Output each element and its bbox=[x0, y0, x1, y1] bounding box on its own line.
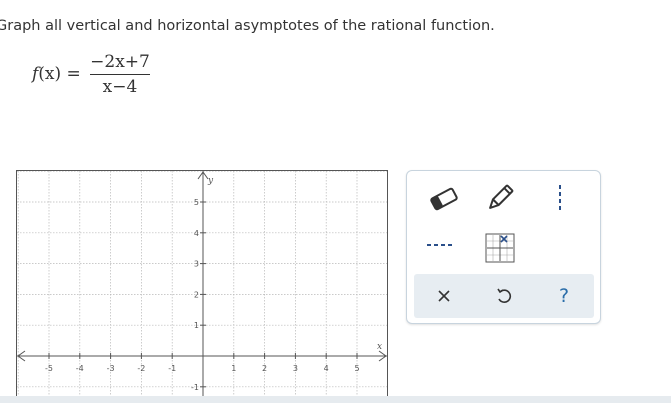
graph-svg[interactable]: x y -5 -4 -3 -2 -1 1 2 3 4 5 5 4 3 2 1 -1 bbox=[17, 171, 387, 397]
x-tick-label: -2 bbox=[137, 364, 145, 373]
graph-toolbox: ? bbox=[406, 170, 601, 324]
action-bar: ? bbox=[414, 274, 594, 318]
undo-icon bbox=[497, 288, 512, 303]
numerator: −2x+7 bbox=[90, 52, 150, 72]
x-axis-label: x bbox=[377, 342, 382, 352]
y-tick-label: -1 bbox=[191, 383, 199, 392]
y-axis-label: y bbox=[207, 176, 214, 186]
x-tick-label: -5 bbox=[45, 364, 53, 373]
x-tick-label: -1 bbox=[168, 364, 176, 373]
x-tick-label: 4 bbox=[324, 364, 329, 373]
y-tick-label: 1 bbox=[194, 321, 199, 330]
vertical-asymptote-tool[interactable] bbox=[545, 181, 575, 215]
question-prompt: Graph all vertical and horizontal asympt… bbox=[0, 18, 495, 34]
pencil-tool[interactable] bbox=[481, 181, 519, 215]
x-tick-label: 5 bbox=[354, 364, 359, 373]
horizontal-dashed-line-icon bbox=[427, 244, 455, 246]
function-variable: (x) = bbox=[38, 64, 81, 84]
bottom-scrollbar bbox=[0, 396, 671, 403]
eraser-tool[interactable] bbox=[425, 183, 463, 215]
function-lhs: f(x) = bbox=[32, 64, 81, 84]
help-button[interactable]: ? bbox=[534, 274, 594, 318]
vertical-dashed-line-icon bbox=[559, 185, 561, 211]
y-tick-label: 5 bbox=[194, 198, 199, 207]
x-tick-label: 3 bbox=[293, 364, 298, 373]
fraction-bar bbox=[90, 74, 150, 75]
denominator: x−4 bbox=[102, 77, 138, 97]
fraction: −2x+7 x−4 bbox=[90, 52, 150, 97]
axes: x y bbox=[17, 171, 387, 397]
grid-lines bbox=[17, 171, 387, 397]
x-tick-label: 2 bbox=[262, 364, 267, 373]
y-tick-label: 2 bbox=[194, 290, 199, 299]
horizontal-asymptote-tool[interactable] bbox=[423, 231, 459, 259]
y-tick-label: 3 bbox=[194, 260, 199, 269]
x-tick-label: 1 bbox=[231, 364, 236, 373]
tick-labels: -5 -4 -3 -2 -1 1 2 3 4 5 5 4 3 2 1 -1 bbox=[45, 198, 360, 392]
point-tool[interactable] bbox=[483, 231, 517, 265]
y-tick-label: 4 bbox=[194, 229, 199, 238]
close-icon bbox=[438, 290, 450, 302]
help-icon: ? bbox=[558, 285, 570, 307]
x-tick-label: -4 bbox=[76, 364, 84, 373]
graph-canvas[interactable]: x y -5 -4 -3 -2 -1 1 2 3 4 5 5 4 3 2 1 -1 bbox=[16, 170, 388, 397]
pencil-icon bbox=[489, 184, 514, 209]
clear-button[interactable] bbox=[414, 274, 474, 318]
undo-button[interactable] bbox=[474, 274, 534, 318]
point-grid-icon bbox=[485, 233, 515, 263]
x-tick-label: -3 bbox=[107, 364, 115, 373]
eraser-icon bbox=[430, 187, 458, 211]
